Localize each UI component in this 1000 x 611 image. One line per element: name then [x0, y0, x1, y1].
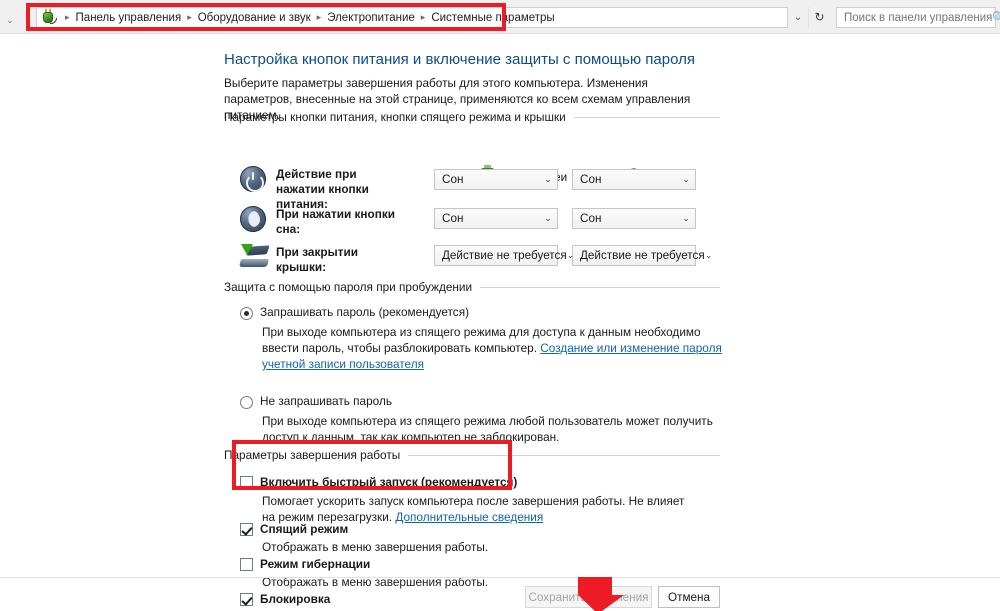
chevron-down-icon[interactable]: ⌄	[4, 14, 16, 26]
setting-label-lid-close: При закрытии крышки:	[276, 245, 358, 274]
page-content: Настройка кнопок питания и включение защ…	[0, 34, 1000, 611]
group-divider	[480, 286, 720, 288]
checkbox-label: Спящий режим	[260, 522, 349, 536]
arrow-up-icon[interactable]: ↑	[20, 12, 34, 26]
password-group-label: Защита с помощью пароля при пробуждении	[224, 280, 720, 294]
chevron-down-icon: ⌄	[682, 213, 690, 223]
radio-button[interactable]	[240, 396, 253, 409]
breadcrumb-separator: ▸	[187, 12, 192, 22]
dropdown-value: Действие не требуется	[580, 249, 705, 262]
dropdown-sleep-button-ac[interactable]: Сон ⌄	[572, 208, 696, 229]
group-label-text: Параметры кнопки питания, кнопки спящего…	[224, 110, 566, 124]
dropdown-lid-close-battery[interactable]: Действие не требуется ⌄	[434, 245, 574, 266]
radio-button[interactable]	[240, 307, 253, 320]
breadcrumb-item-hardware-sound[interactable]: Оборудование и звук	[197, 12, 312, 24]
page-title: Настройка кнопок питания и включение защ…	[224, 51, 695, 68]
breadcrumb-item-control-panel[interactable]: Панель управления	[75, 12, 183, 24]
checkbox-label: Включить быстрый запуск (рекомендуется)	[260, 475, 518, 489]
breadcrumb-separator: ▸	[65, 12, 70, 22]
dropdown-value: Сон	[580, 173, 602, 186]
shutdown-group-label: Параметры завершения работы	[224, 448, 720, 462]
breadcrumb-separator: ▸	[316, 12, 322, 22]
dropdown-power-button-ac[interactable]: Сон ⌄	[572, 169, 696, 190]
dropdown-power-button-battery[interactable]: Сон ⌄	[434, 169, 558, 190]
checkbox[interactable]	[240, 476, 253, 489]
link-more-info[interactable]: Дополнительные сведения	[395, 510, 543, 524]
setting-label-sleep-button: При нажатии кнопки сна:	[276, 207, 396, 236]
search-box[interactable]: Поиск в панели управления 🔍	[836, 7, 1000, 28]
laptop-lid-icon	[239, 244, 270, 270]
sleep-moon-icon	[240, 206, 266, 232]
dropdown-sleep-button-battery[interactable]: Сон ⌄	[434, 208, 558, 229]
refresh-icon[interactable]: ↻	[808, 7, 830, 28]
group-label-text: Защита с помощью пароля при пробуждении	[224, 280, 473, 294]
group-divider	[573, 116, 720, 118]
chevron-down-icon: ⌄	[704, 250, 713, 260]
chevron-down-icon: ⌄	[682, 174, 690, 184]
breadcrumb-item-system-settings[interactable]: Системные параметры	[430, 12, 555, 24]
checkbox-label: Режим гибернации	[260, 557, 371, 571]
checkbox[interactable]	[240, 523, 253, 536]
checkbox[interactable]	[240, 558, 253, 571]
dropdown-value: Сон	[580, 212, 602, 225]
radio-description-no-password: При выходе компьютера из спящего режима …	[262, 414, 713, 444]
radio-description-require-password: При выходе компьютера из спящего режима …	[262, 324, 726, 372]
dropdown-lid-close-ac[interactable]: Действие не требуется ⌄	[572, 245, 712, 266]
breadcrumb-item-power-options[interactable]: Электропитание	[326, 12, 416, 24]
power-buttons-group-label: Параметры кнопки питания, кнопки спящего…	[224, 110, 720, 124]
radio-label: Запрашивать пароль (рекомендуется)	[260, 305, 470, 319]
search-icon: 🔍	[992, 12, 1000, 24]
checkbox-description-sleep: Отображать в меню завершения работы.	[262, 540, 489, 554]
control-panel-window: ⌄ ↑ ▸ Панель управления ▸ Оборудование и…	[0, 0, 1000, 611]
group-divider	[408, 454, 720, 456]
search-input[interactable]: Поиск в панели управления	[837, 12, 992, 24]
radio-label: Не запрашивать пароль	[260, 394, 392, 408]
cancel-button[interactable]: Отмена	[658, 586, 720, 608]
checkbox-description-fast-startup: Помогает ускорить запуск компьютера посл…	[262, 493, 692, 525]
breadcrumb-separator: ▸	[420, 12, 426, 22]
save-changes-button[interactable]: Сохранить изменения	[525, 586, 652, 608]
group-label-text: Параметры завершения работы	[224, 448, 401, 462]
address-bar[interactable]: ▸ Панель управления ▸ Оборудование и зву…	[36, 7, 788, 28]
address-bar-controls: ⌄ ↻	[788, 7, 832, 28]
footer-bar: Сохранить изменения Отмена	[0, 577, 1000, 611]
setting-label-power-button: Действие при нажатии кнопки питания:	[276, 167, 369, 211]
chevron-down-icon: ⌄	[544, 213, 552, 223]
chevron-down-icon: ⌄	[544, 174, 552, 184]
chevron-down-icon[interactable]: ⌄	[788, 7, 808, 28]
dropdown-value: Сон	[442, 173, 464, 186]
dropdown-value: Сон	[442, 212, 464, 225]
power-plug-icon	[41, 9, 58, 26]
dropdown-value: Действие не требуется	[442, 249, 567, 262]
power-button-icon	[240, 166, 266, 192]
navigation-toolbar: ⌄ ↑ ▸ Панель управления ▸ Оборудование и…	[0, 0, 1000, 34]
